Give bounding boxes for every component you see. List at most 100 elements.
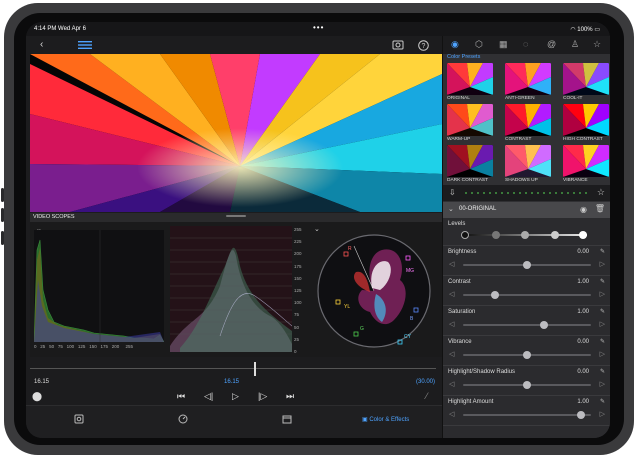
- adjustment-value[interactable]: 0.00: [577, 249, 589, 255]
- increment-arrow-icon[interactable]: ▷: [600, 260, 605, 268]
- more-dots-icon[interactable]: •••: [313, 23, 324, 32]
- color-wheel-tab-icon[interactable]: ◉: [451, 39, 459, 50]
- increment-arrow-icon[interactable]: ▷: [600, 320, 605, 328]
- back-icon[interactable]: ‹: [40, 38, 43, 52]
- compare-icon[interactable]: [392, 40, 404, 55]
- adjustment-slider[interactable]: [463, 381, 591, 389]
- adjustment-value[interactable]: 1.00: [577, 279, 589, 285]
- adjustment-slider[interactable]: [463, 291, 591, 299]
- slider-knob[interactable]: [539, 321, 548, 329]
- play-icon[interactable]: ▷: [232, 391, 239, 402]
- levels-row: Levels: [443, 218, 610, 246]
- slider-knob[interactable]: [523, 381, 531, 389]
- levels-mid-handle[interactable]: [521, 231, 529, 239]
- preset-shadows-up[interactable]: SHADOWS UP: [505, 145, 551, 183]
- slider-knob[interactable]: [576, 411, 585, 419]
- increment-arrow-icon[interactable]: ▷: [600, 410, 605, 418]
- adjustment-slider[interactable]: [463, 261, 591, 269]
- droplet-tab-icon[interactable]: ◌: [523, 39, 528, 49]
- import-preset-icon[interactable]: ⇩: [449, 188, 456, 197]
- adjustment-slider[interactable]: [463, 351, 591, 359]
- timeline-track[interactable]: [30, 362, 436, 376]
- preset-cool-it[interactable]: COOL-IT: [563, 63, 609, 101]
- preset-high-contrast[interactable]: HIGH CONTRAST: [563, 104, 609, 142]
- preset-thumbnail: [505, 145, 551, 177]
- preset-original[interactable]: ORIGINAL: [447, 63, 493, 101]
- drag-handle[interactable]: [226, 215, 246, 217]
- playhead[interactable]: [254, 362, 256, 376]
- slider-knob[interactable]: [491, 291, 499, 299]
- adjustment-row: Vibrance 0.00 ✎ ◁ ▷: [443, 336, 610, 366]
- preset-dark-contrast[interactable]: DARK CONTRAST: [447, 145, 493, 183]
- skip-end-icon[interactable]: ⏭: [286, 391, 294, 402]
- slider-knob[interactable]: [523, 351, 531, 359]
- adjustment-row: Highlight Amount 1.00 ✎ ◁ ▷: [443, 396, 610, 426]
- battery-percent: 100%: [577, 27, 593, 33]
- adjustment-value[interactable]: 0.00: [577, 339, 589, 345]
- adjustment-value[interactable]: 0.00: [577, 369, 589, 375]
- preset-anti-green[interactable]: ANTI-GREEN: [505, 63, 551, 101]
- edit-pencil-icon[interactable]: ✎: [600, 248, 605, 255]
- edit-pencil-icon[interactable]: ✎: [600, 308, 605, 315]
- adjustment-slider[interactable]: [463, 411, 591, 419]
- levels-black-handle[interactable]: [461, 231, 469, 239]
- adjustment-value[interactable]: 1.00: [577, 309, 589, 315]
- favorite-star-icon[interactable]: ☆: [597, 187, 605, 198]
- preset-vibrance[interactable]: VIBRANCE: [563, 145, 609, 183]
- person-tab-icon[interactable]: ♙: [571, 39, 579, 50]
- magic-wand-icon[interactable]: ⁄: [426, 391, 428, 401]
- increment-arrow-icon[interactable]: ▷: [600, 350, 605, 358]
- crop-tab-icon[interactable]: [282, 414, 292, 426]
- preset-thumbnail: [563, 104, 609, 136]
- preset-warm-up[interactable]: WARM-UP: [447, 104, 493, 142]
- levels-slider[interactable]: [461, 231, 587, 239]
- adjustments-list: Levels Brightness 0.00 ✎ ◁ ▷ Contrast 1.00 ✎ ◁ ▷ S…: [443, 218, 610, 438]
- color-effects-tab[interactable]: ▣ Color & Effects: [362, 416, 409, 423]
- decrement-arrow-icon[interactable]: ◁: [449, 320, 454, 328]
- collapse-chevron-icon[interactable]: ⌄: [448, 205, 454, 213]
- edit-pencil-icon[interactable]: ✎: [600, 398, 605, 405]
- vector-label-g: G: [360, 326, 364, 332]
- decrement-arrow-icon[interactable]: ◁: [449, 410, 454, 418]
- levels-mid-handle[interactable]: [492, 231, 500, 239]
- at-sign-tab-icon[interactable]: @: [547, 39, 556, 49]
- adjustment-value[interactable]: 1.00: [577, 399, 589, 405]
- scope-tab-icon[interactable]: [74, 414, 84, 426]
- levels-white-handle[interactable]: [579, 231, 587, 239]
- decrement-arrow-icon[interactable]: ◁: [449, 350, 454, 358]
- decrement-arrow-icon[interactable]: ◁: [449, 380, 454, 388]
- edit-pencil-icon[interactable]: ✎: [600, 278, 605, 285]
- levels-label: Levels: [448, 221, 466, 227]
- side-button: [1, 208, 4, 222]
- adjust-list-icon[interactable]: [78, 40, 92, 55]
- edit-pencil-icon[interactable]: ✎: [600, 368, 605, 375]
- edit-pencil-icon[interactable]: ✎: [600, 338, 605, 345]
- increment-arrow-icon[interactable]: ▷: [600, 380, 605, 388]
- star-tab-icon[interactable]: ☆: [593, 39, 601, 50]
- visibility-eye-icon[interactable]: ◉: [580, 205, 587, 214]
- increment-arrow-icon[interactable]: ▷: [600, 290, 605, 298]
- preset-thumbnail: [505, 104, 551, 136]
- side-button: [1, 188, 4, 202]
- preset-page-dots[interactable]: [465, 192, 589, 194]
- adjustment-header: ⌄ 00-ORIGINAL ◉ 🗑: [443, 202, 610, 218]
- step-forward-icon[interactable]: |▷: [258, 391, 267, 402]
- video-preview[interactable]: [30, 54, 442, 212]
- decrement-arrow-icon[interactable]: ◁: [449, 290, 454, 298]
- trash-icon[interactable]: 🗑: [595, 204, 605, 213]
- adjustment-slider[interactable]: [463, 321, 591, 329]
- loop-toggle-icon[interactable]: ⬤: [32, 391, 42, 402]
- adjustment-label: Saturation: [448, 309, 476, 315]
- speed-tab-icon[interactable]: [178, 414, 188, 426]
- adjustment-label: Vibrance: [448, 339, 472, 345]
- preset-contrast[interactable]: CONTRAST: [505, 104, 551, 142]
- grid-tab-icon[interactable]: ▦: [499, 39, 508, 50]
- decrement-arrow-icon[interactable]: ◁: [449, 260, 454, 268]
- 3d-cube-tab-icon[interactable]: ⬡: [475, 39, 483, 50]
- skip-start-icon[interactable]: ⏮: [177, 391, 185, 402]
- levels-mid-handle[interactable]: [551, 231, 559, 239]
- step-back-icon[interactable]: ◁|: [204, 391, 213, 402]
- top-toolbar: ‹ ?: [26, 36, 442, 54]
- adjustment-label: Brightness: [448, 249, 477, 255]
- slider-knob[interactable]: [523, 261, 531, 269]
